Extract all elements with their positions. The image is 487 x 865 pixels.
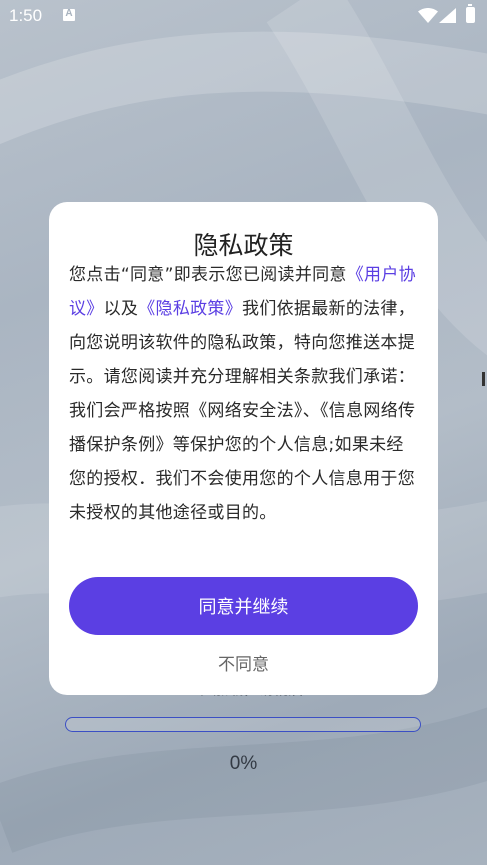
status-bar: 1:50 A <box>0 0 487 34</box>
agree-continue-button[interactable]: 同意并继续 <box>69 577 418 635</box>
progress-bar <box>65 717 421 732</box>
edge-handle <box>482 372 485 386</box>
wifi-icon <box>418 8 438 23</box>
body-protection-text: 我们会严格按照《网络安全法》、《信息网络传播保护条例》等保护您的个人信息;如果未… <box>69 401 416 523</box>
privacy-dialog: 隐私政策 您点击“同意”即表示您已阅读并同意《用户协议》以及《隐私政策》我们依据… <box>49 202 438 695</box>
disagree-button[interactable]: 不同意 <box>49 649 438 675</box>
body-intro-text: 您点击“同意”即表示您已阅读并同意 <box>69 265 347 285</box>
progress-percent: 0% <box>229 753 258 774</box>
dialog-body: 您点击“同意”即表示您已阅读并同意《用户协议》以及《隐私政策》我们依据最新的法律… <box>69 258 419 530</box>
battery-charging-icon <box>466 4 475 23</box>
privacy-policy-link[interactable]: 《隐私政策》 <box>138 299 242 319</box>
body-and-text: 以及 <box>103 299 139 319</box>
status-time: 1:50 <box>9 6 43 25</box>
signal-icon <box>439 8 456 23</box>
dialog-title: 隐私政策 <box>193 231 294 260</box>
notification-a-icon: A <box>63 8 75 21</box>
